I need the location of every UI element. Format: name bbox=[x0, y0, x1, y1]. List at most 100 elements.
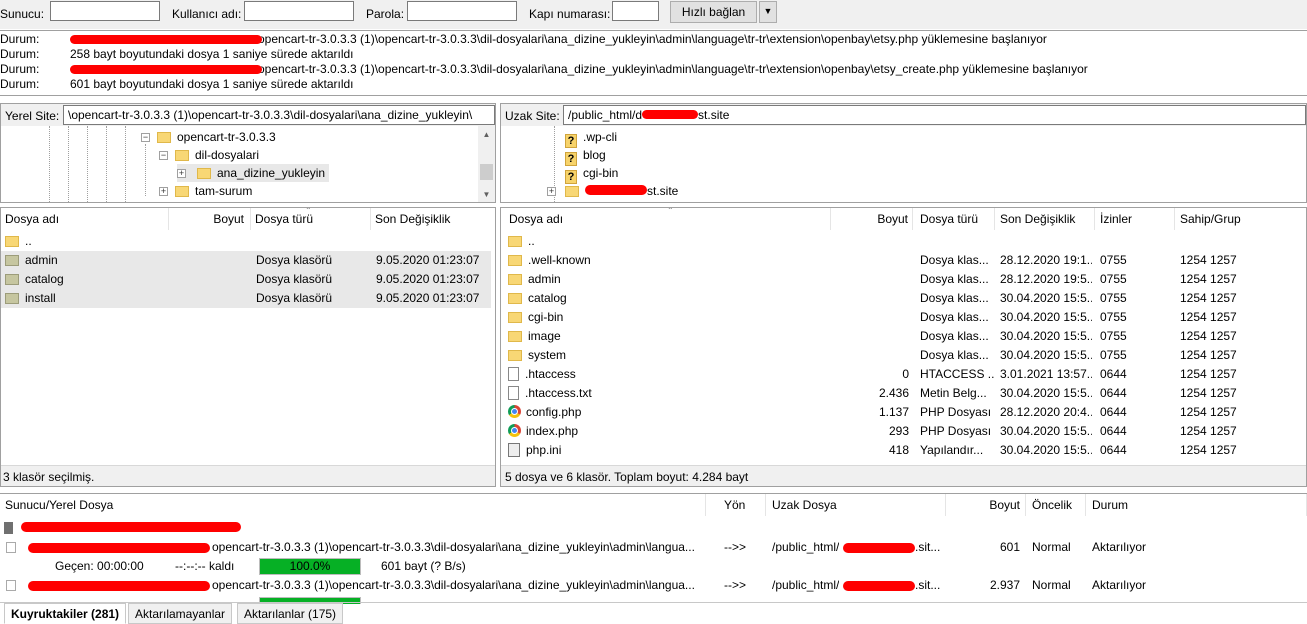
col-header-size[interactable]: Boyut bbox=[831, 208, 913, 230]
queue-header-local[interactable]: Sunucu/Yerel Dosya bbox=[0, 494, 706, 516]
tree-item[interactable]: − opencart-tr-3.0.3.3 bbox=[141, 128, 276, 146]
tree-item[interactable]: ? .wp-cli bbox=[565, 128, 617, 148]
tab-queued[interactable]: Kuyruktakiler (281) bbox=[4, 603, 127, 624]
tree-item[interactable]: + tam-surum bbox=[159, 182, 252, 200]
cell-modified: 30.04.2020 15:5... bbox=[1000, 329, 1092, 343]
cell-owner: 1254 1257 bbox=[1180, 348, 1237, 362]
queue-header-direction[interactable]: Yön bbox=[706, 494, 766, 516]
cell-modified: 28.12.2020 19:5... bbox=[1000, 272, 1092, 286]
password-input[interactable] bbox=[407, 1, 517, 21]
tab-successful[interactable]: Aktarılanlar (175) bbox=[237, 603, 344, 624]
col-header-name[interactable]: Dosya adı bbox=[501, 208, 831, 230]
tab-failed[interactable]: Aktarılamayanlar bbox=[128, 603, 233, 624]
cell-size: 1.137 bbox=[878, 405, 909, 419]
table-row[interactable]: catalog Dosya klasörü 9.05.2020 01:23:07 bbox=[1, 270, 491, 289]
remote-site-label: Uzak Site: bbox=[505, 109, 560, 123]
log-line: Durum: 601 bayt boyutundaki dosya 1 sani… bbox=[0, 77, 354, 91]
cell-modified: 28.12.2020 19:1... bbox=[1000, 253, 1092, 267]
table-row[interactable]: admin Dosya klas... 28.12.2020 19:5... 0755… bbox=[501, 270, 1306, 289]
local-status-text: 3 klasör seçilmiş. bbox=[1, 465, 495, 486]
table-row[interactable]: .. bbox=[501, 232, 1306, 251]
col-header-modified[interactable]: Son Değişiklik bbox=[371, 208, 495, 230]
transfer-queue: Sunucu/Yerel Dosya Yön Uzak Dosya Boyut … bbox=[0, 493, 1307, 604]
cell-owner: 1254 1257 bbox=[1180, 424, 1237, 438]
file-icon bbox=[508, 367, 519, 381]
cell-type: Dosya klas... bbox=[920, 310, 989, 324]
cell-size: 293 bbox=[888, 424, 909, 438]
table-row[interactable]: install Dosya klasörü 9.05.2020 01:23:07 bbox=[1, 289, 491, 308]
redaction-mark bbox=[21, 522, 241, 532]
log-line: Durum: opencart-tr-3.0.3.3 (1)\opencart-… bbox=[0, 32, 1047, 46]
table-row[interactable]: cgi-bin Dosya klas... 30.04.2020 15:5... 07… bbox=[501, 308, 1306, 327]
table-row[interactable]: .htaccess.txt 2.436 Metin Belg... 30.04.202… bbox=[501, 384, 1306, 403]
host-input[interactable] bbox=[50, 1, 160, 21]
cell-size: 0 bbox=[902, 367, 909, 381]
tree-item[interactable]: ? blog bbox=[565, 146, 606, 166]
col-header-permissions[interactable]: İzinler bbox=[1095, 208, 1175, 230]
table-row[interactable]: image Dosya klas... 30.04.2020 15:5... 0755… bbox=[501, 327, 1306, 346]
cell-owner: 1254 1257 bbox=[1180, 272, 1237, 286]
folder-icon bbox=[197, 168, 211, 179]
queue-header-remote[interactable]: Uzak Dosya bbox=[766, 494, 946, 516]
table-row[interactable]: index.php 293 PHP Dosyası 30.04.2020 15:5..… bbox=[501, 422, 1306, 441]
tree-item-selected[interactable]: + ana_dizine_yukleyin bbox=[177, 164, 330, 182]
table-row[interactable]: admin Dosya klasörü 9.05.2020 01:23:07 bbox=[1, 251, 491, 270]
local-tree-scrollbar[interactable]: ▲ ▼ bbox=[478, 126, 495, 202]
table-row[interactable]: .. bbox=[1, 232, 491, 251]
remote-status-text: 5 dosya ve 6 klasör. Toplam boyut: 4.284… bbox=[501, 465, 1306, 486]
folder-icon bbox=[508, 312, 522, 323]
tree-item[interactable]: ? cgi-bin bbox=[565, 164, 618, 184]
cell-owner: 1254 1257 bbox=[1180, 367, 1237, 381]
cell-owner: 1254 1257 bbox=[1180, 386, 1237, 400]
table-row[interactable]: system Dosya klas... 30.04.2020 15:5... 075… bbox=[501, 346, 1306, 365]
cell-size: 418 bbox=[888, 443, 909, 457]
local-site-path[interactable]: \opencart-tr-3.0.3.3 (1)\opencart-tr-3.0… bbox=[63, 105, 495, 125]
col-header-name[interactable]: Dosya adı bbox=[1, 208, 169, 230]
queue-header-status[interactable]: Durum bbox=[1086, 494, 1307, 516]
remote-site-path[interactable]: /public_html/d st.site bbox=[563, 105, 1306, 125]
queue-header-priority[interactable]: Öncelik bbox=[1026, 494, 1086, 516]
table-row[interactable]: .well-known Dosya klas... 28.12.2020 19:1.… bbox=[501, 251, 1306, 270]
file-icon bbox=[6, 580, 16, 591]
local-site-label: Yerel Site: bbox=[5, 109, 60, 123]
table-row[interactable]: .htaccess 0 HTACCESS ... 3.01.2021 13:57...… bbox=[501, 365, 1306, 384]
queue-item[interactable]: opencart-tr-3.0.3.3 (1)\opencart-tr-3.0.… bbox=[0, 576, 1307, 595]
cell-modified: 30.04.2020 15:5... bbox=[1000, 386, 1092, 400]
local-site-bar: Yerel Site: \opencart-tr-3.0.3.3 (1)\ope… bbox=[1, 104, 495, 126]
col-header-modified[interactable]: Son Değişiklik bbox=[995, 208, 1095, 230]
cell-type: Dosya klas... bbox=[920, 348, 989, 362]
table-row[interactable]: catalog Dosya klas... 30.04.2020 15:5... 07… bbox=[501, 289, 1306, 308]
queue-server-row[interactable] bbox=[4, 519, 304, 538]
col-header-owner[interactable]: Sahip/Grup bbox=[1175, 208, 1306, 230]
folder-icon bbox=[5, 293, 19, 304]
server-icon bbox=[4, 522, 13, 534]
cell-owner: 1254 1257 bbox=[1180, 291, 1237, 305]
table-row[interactable]: php.ini 418 Yapılandır... 30.04.2020 15:5..… bbox=[501, 441, 1306, 460]
redaction-mark bbox=[642, 110, 699, 119]
cell-modified: 30.04.2020 15:5... bbox=[1000, 348, 1092, 362]
chevron-down-icon[interactable]: ▼ bbox=[759, 1, 777, 23]
quickconnect-button[interactable]: Hızlı bağlan bbox=[670, 1, 757, 23]
cell-perms: 0644 bbox=[1100, 405, 1127, 419]
col-header-type[interactable]: Dosya türü bbox=[913, 208, 995, 230]
cell-type: Dosya klas... bbox=[920, 272, 989, 286]
chrome-php-file-icon bbox=[508, 424, 521, 437]
cell-type: Dosya klas... bbox=[920, 253, 989, 267]
cell-perms: 0755 bbox=[1100, 310, 1127, 324]
table-row[interactable]: config.php 1.137 PHP Dosyası 28.12.2020 20:… bbox=[501, 403, 1306, 422]
message-log[interactable]: Durum: opencart-tr-3.0.3.3 (1)\opencart-… bbox=[0, 30, 1307, 96]
cell-type: Yapılandır... bbox=[920, 443, 984, 457]
redaction-mark bbox=[843, 581, 915, 591]
tree-item[interactable]: + st.site bbox=[547, 182, 678, 200]
redaction-mark bbox=[70, 35, 262, 44]
queue-item[interactable]: opencart-tr-3.0.3.3 (1)\opencart-tr-3.0.… bbox=[0, 538, 1307, 557]
file-icon bbox=[6, 542, 16, 553]
cell-owner: 1254 1257 bbox=[1180, 310, 1237, 324]
folder-icon bbox=[157, 132, 171, 143]
remote-file-list: Dosya adı ⌃ Boyut Dosya türü Son Değişik… bbox=[500, 207, 1307, 487]
tree-item[interactable]: − dil-dosyalari bbox=[159, 146, 259, 164]
username-input[interactable] bbox=[244, 1, 354, 21]
col-header-size[interactable]: Boyut bbox=[169, 208, 251, 230]
queue-header-size[interactable]: Boyut bbox=[946, 494, 1026, 516]
port-input[interactable] bbox=[612, 1, 659, 21]
